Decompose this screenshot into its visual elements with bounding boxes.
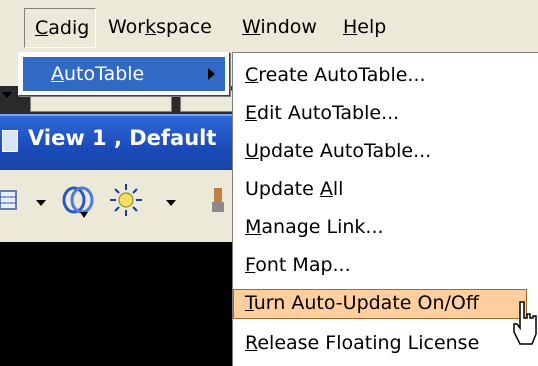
viewport-area[interactable] bbox=[0, 242, 232, 366]
menu-item-update-all[interactable]: Update All bbox=[235, 173, 537, 205]
menu-item-font-map[interactable]: Font Map... bbox=[235, 249, 537, 281]
menu-item-turn-auto-update[interactable]: Turn Auto-Update On/Off bbox=[217, 287, 538, 319]
icon-toolbar bbox=[0, 170, 232, 242]
menu-item-manage-link[interactable]: Manage Link... bbox=[235, 211, 537, 243]
menu-item-create-autotable[interactable]: Create AutoTable... bbox=[235, 59, 537, 91]
sun-icon[interactable] bbox=[108, 182, 148, 218]
chevron-down-icon[interactable] bbox=[166, 200, 176, 206]
menu-help[interactable]: Help bbox=[333, 8, 403, 48]
menu-cadig[interactable]: Cadig bbox=[24, 8, 96, 48]
menu-bar: Cadig Workspace Window Help bbox=[0, 0, 538, 53]
autotable-dropdown: Create AutoTable... Edit AutoTable... Up… bbox=[232, 52, 538, 366]
menu-item-update-autotable[interactable]: Update AutoTable... bbox=[235, 135, 537, 167]
link-icon[interactable] bbox=[60, 184, 96, 218]
submenu-item-autotable[interactable]: AutoTable bbox=[23, 57, 225, 91]
chevron-down-icon[interactable] bbox=[2, 92, 12, 98]
screen: Cadig Workspace Window Help View 1 , Def… bbox=[0, 0, 538, 366]
view-title: View 1 , Default bbox=[28, 126, 217, 150]
table-icon[interactable] bbox=[0, 188, 20, 214]
menu-workspace[interactable]: Workspace bbox=[98, 8, 228, 48]
cadig-submenu: AutoTable bbox=[18, 52, 230, 96]
menu-item-edit-autotable[interactable]: Edit AutoTable... bbox=[235, 97, 537, 129]
chevron-down-icon[interactable] bbox=[36, 200, 46, 206]
chevron-right-icon bbox=[208, 68, 215, 80]
view-title-bar: View 1 , Default bbox=[0, 114, 232, 172]
menu-window[interactable]: Window bbox=[232, 8, 328, 48]
hand-cursor-icon bbox=[513, 301, 537, 345]
menu-item-release-floating-license[interactable]: Release Floating License bbox=[235, 327, 537, 359]
brush-icon[interactable] bbox=[210, 188, 232, 214]
document-icon bbox=[2, 130, 18, 152]
